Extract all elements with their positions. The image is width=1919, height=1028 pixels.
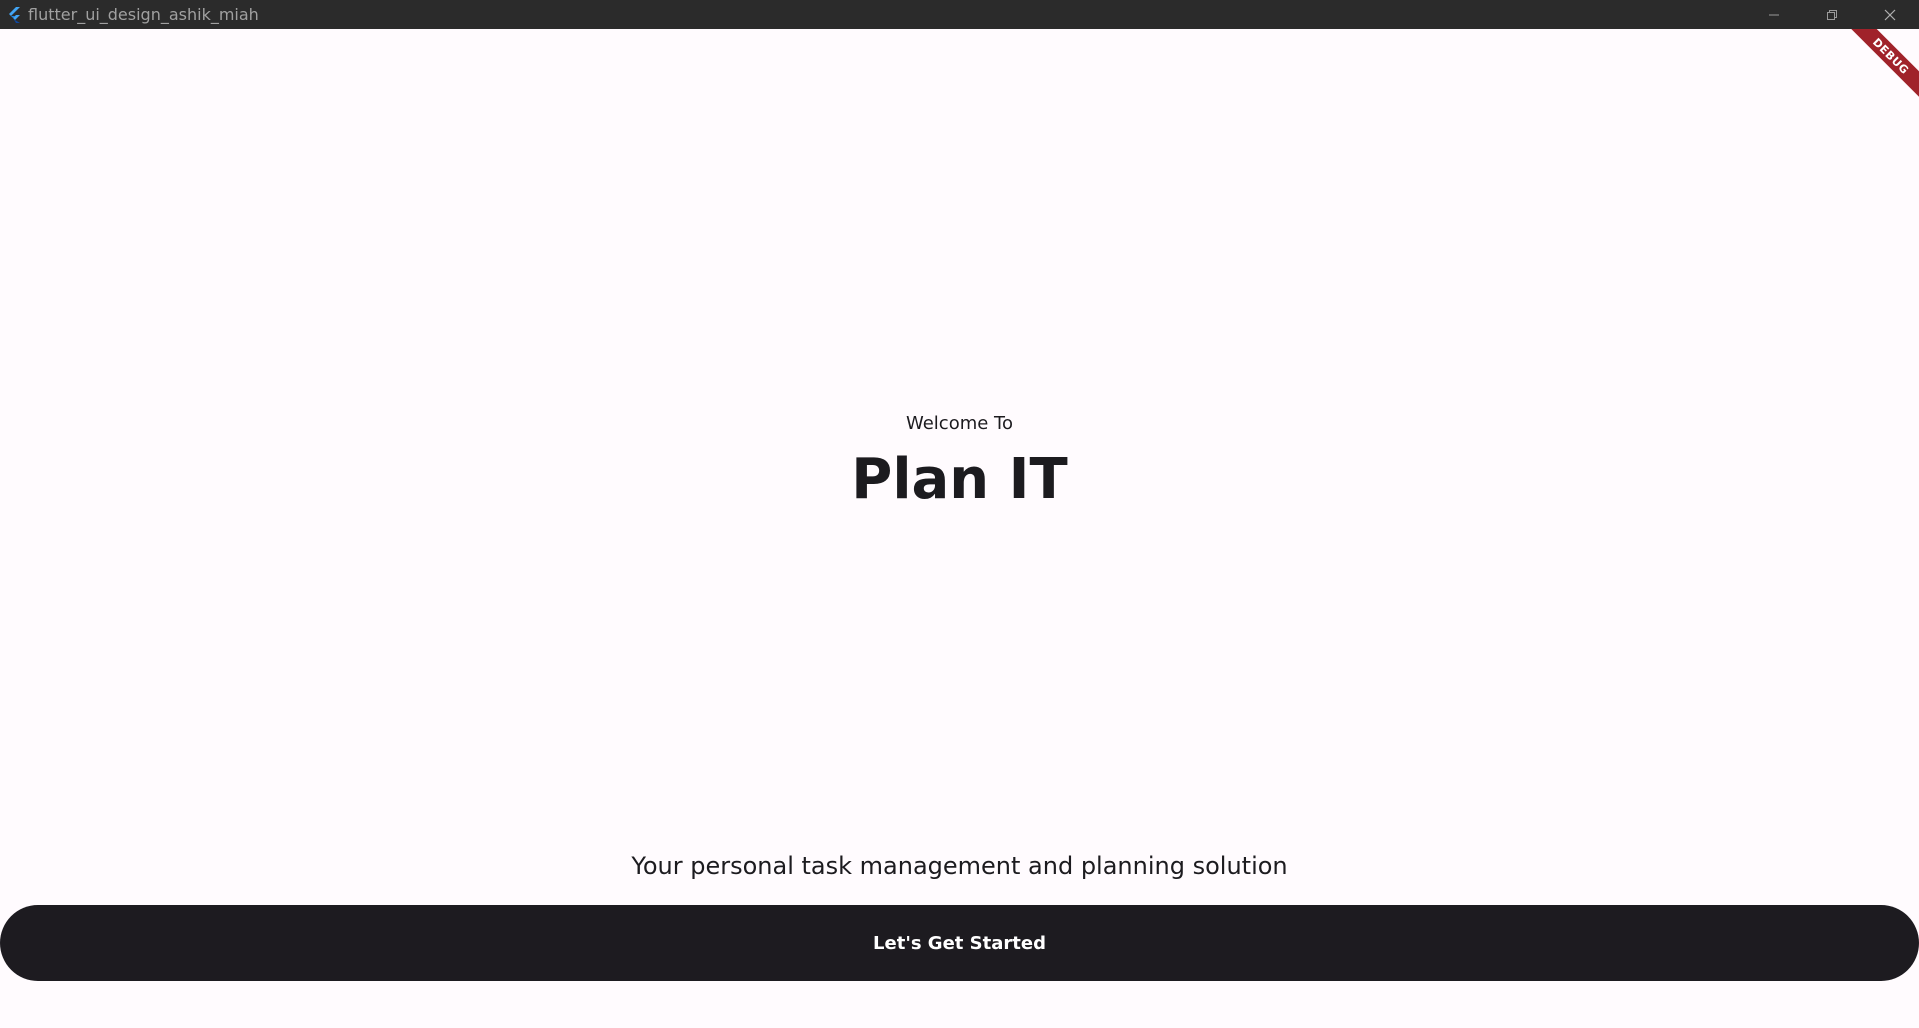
minimize-button[interactable] <box>1745 0 1803 29</box>
close-icon <box>1884 9 1896 21</box>
window-controls <box>1745 0 1919 29</box>
close-button[interactable] <box>1861 0 1919 29</box>
get-started-button[interactable]: Let's Get Started <box>0 905 1919 981</box>
restore-button[interactable] <box>1803 0 1861 29</box>
restore-icon <box>1826 9 1838 21</box>
tagline-text: Your personal task management and planni… <box>631 852 1288 880</box>
splash-screen: DEBUG Welcome To Plan IT Your personal t… <box>0 29 1919 1028</box>
welcome-text: Welcome To <box>905 413 1013 434</box>
window-title: flutter_ui_design_ashik_miah <box>28 5 259 24</box>
title-bar[interactable]: flutter_ui_design_ashik_miah <box>0 0 1919 29</box>
flutter-logo-icon <box>5 6 23 24</box>
debug-label: DEBUG <box>1842 29 1919 105</box>
minimize-icon <box>1768 9 1780 21</box>
app-name-heading: Plan IT <box>851 447 1068 512</box>
debug-banner: DEBUG <box>1839 29 1919 109</box>
